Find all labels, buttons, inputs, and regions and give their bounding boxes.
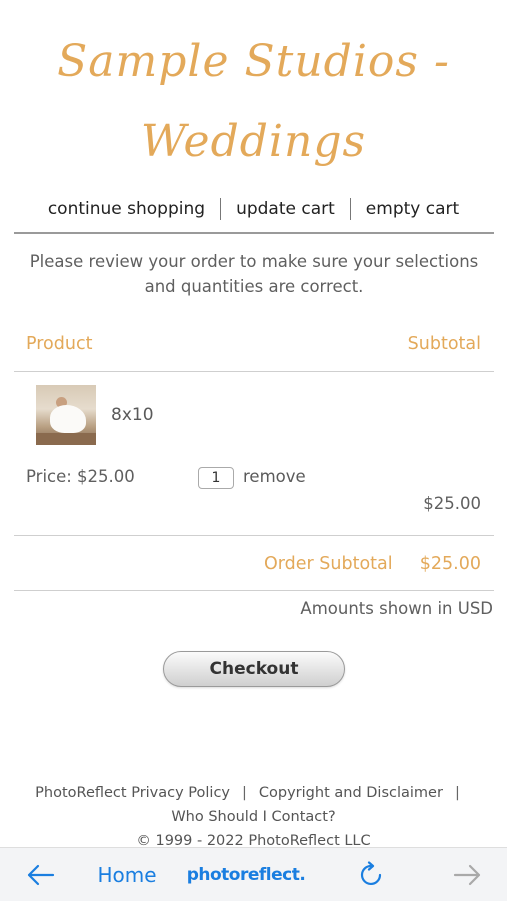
items-divider	[14, 535, 494, 536]
studio-title-line2: Weddings	[140, 116, 367, 167]
privacy-policy-link[interactable]: PhotoReflect Privacy Policy	[35, 785, 230, 801]
remove-link[interactable]: remove	[243, 467, 306, 486]
photoreflect-logo[interactable]: photoreflect.	[187, 848, 306, 901]
cart-nav: continue shopping update cart empty cart	[0, 196, 507, 222]
table-header-divider	[14, 371, 494, 372]
home-label: Home	[97, 862, 157, 887]
footer-separator: |	[242, 785, 247, 801]
item-price: Price: $25.00	[26, 467, 135, 486]
order-subtotal-value: $25.00	[419, 554, 481, 574]
review-message: Please review your order to make sure yo…	[29, 252, 479, 296]
subtotal-divider	[14, 590, 494, 591]
empty-cart-link[interactable]: empty cart	[351, 199, 474, 219]
currency-note: Amounts shown in USD	[300, 599, 493, 618]
update-cart-link[interactable]: update cart	[221, 199, 350, 219]
photoreflect-logo-text: photoreflect.	[186, 864, 306, 885]
arrow-left-icon[interactable]	[20, 848, 60, 901]
subtotal-column-header: Subtotal	[407, 334, 481, 354]
product-size: 8x10	[111, 405, 154, 425]
checkout-button[interactable]: Checkout	[163, 651, 345, 687]
header-divider	[14, 232, 494, 234]
reload-icon[interactable]	[352, 848, 392, 901]
footer-links: PhotoReflect Privacy Policy | Copyright an…	[0, 785, 507, 801]
product-thumbnail[interactable]	[36, 385, 96, 445]
footer-contact: Who Should I Contact?	[0, 809, 507, 825]
arrow-right-icon[interactable]	[448, 848, 488, 901]
who-should-i-contact-link[interactable]: Who Should I Contact?	[171, 809, 335, 825]
studio-title: Sample Studios - Weddings	[0, 22, 507, 182]
continue-shopping-link[interactable]: continue shopping	[33, 199, 220, 219]
footer-separator: |	[454, 785, 460, 801]
item-subtotal: $25.00	[423, 494, 481, 513]
home-button[interactable]: Home	[92, 848, 162, 901]
product-column-header: Product	[26, 334, 93, 354]
studio-title-line1: Sample Studios -	[57, 36, 450, 87]
quantity-input[interactable]	[198, 467, 234, 489]
copyright-disclaimer-link[interactable]: Copyright and Disclaimer	[259, 785, 443, 801]
order-subtotal-label: Order Subtotal	[264, 554, 393, 574]
bottom-toolbar: Home photoreflect.	[0, 847, 507, 901]
